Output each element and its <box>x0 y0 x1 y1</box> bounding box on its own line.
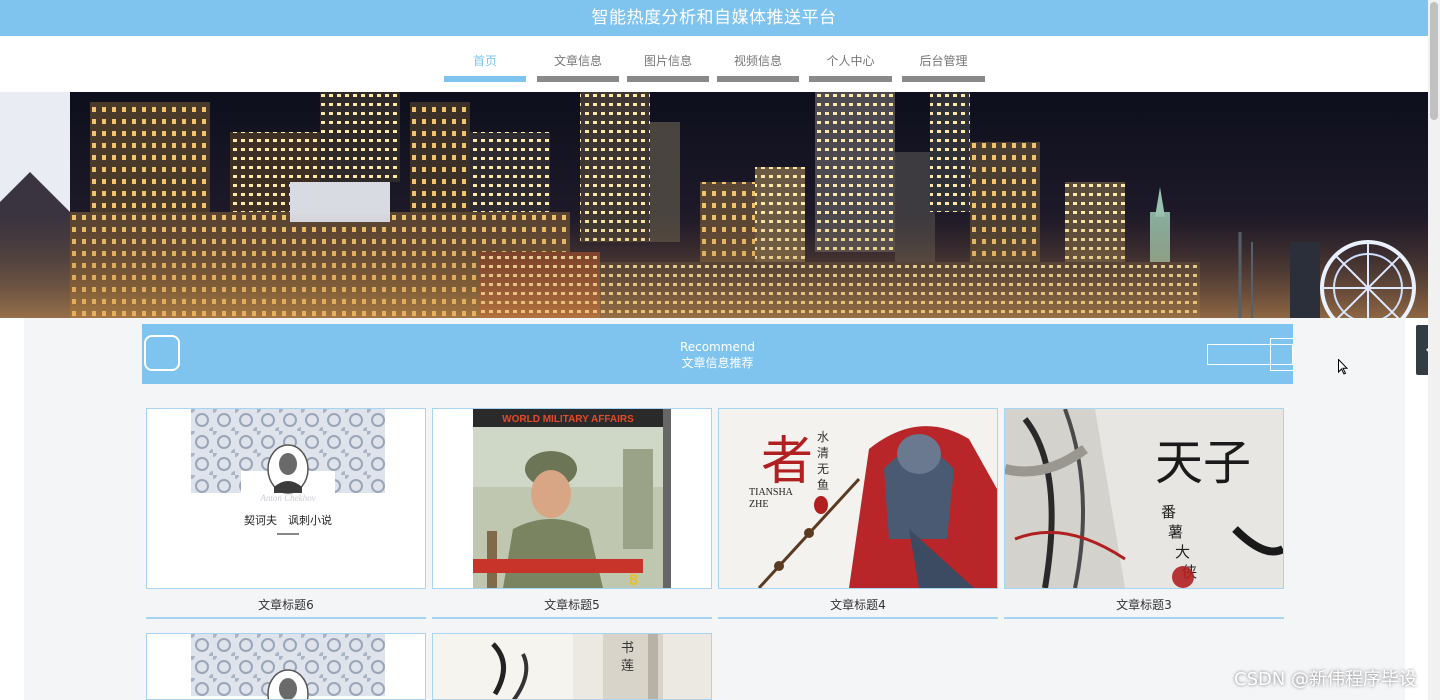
article-card[interactable]: 书 莲 <box>432 633 712 700</box>
nav-videos-label: 视频信息 <box>733 54 782 68</box>
nav-profile-label: 个人中心 <box>826 54 875 68</box>
article-card[interactable]: 者 水 清 无 鱼 TIANSHA ZHE 文章标题4 <box>718 408 998 619</box>
site-title: 智能热度分析和自媒体推送平台 <box>591 8 837 28</box>
nav-profile[interactable]: 个人中心 <box>809 36 892 84</box>
cover-book-title: 契诃夫 讽刺小说 <box>244 513 332 527</box>
watermark: CSDN @新伟程序毕设 <box>1234 669 1418 690</box>
article-card-title[interactable]: 文章标题4 <box>718 589 998 619</box>
recommend-title-zh: 文章信息推荐 <box>681 356 754 370</box>
cover-masthead: WORLD MILITARY AFFAIRS <box>502 414 634 425</box>
cover-big-char: 者 <box>761 432 813 492</box>
article-cover-image[interactable]: Anton Chekhov 契诃夫 讽刺小说 <box>146 408 426 589</box>
nav-admin-underline <box>902 76 985 82</box>
article-card[interactable]: 天子 番 薯 大 侠 文章标题3 <box>1004 408 1284 619</box>
cover-calligraphy: 天子 <box>1155 435 1251 491</box>
nav-articles-underline <box>537 76 619 82</box>
nav-images-label: 图片信息 <box>643 54 692 68</box>
site-header: 智能热度分析和自媒体推送平台 <box>0 0 1428 36</box>
article-cover-image[interactable]: 者 水 清 无 鱼 TIANSHA ZHE <box>718 408 998 589</box>
article-cover-image[interactable] <box>146 633 426 700</box>
cover-vertical-char: 莲 <box>621 659 634 674</box>
article-cover-image[interactable]: 天子 番 薯 大 侠 <box>1004 408 1284 589</box>
nav-admin-label: 后台管理 <box>919 54 968 68</box>
header-decor-right-bracket <box>1270 338 1293 371</box>
cover-issue-number: 8 <box>629 572 638 588</box>
page-scrollbar[interactable] <box>1428 0 1440 700</box>
article-cover-image[interactable]: 书 莲 <box>432 633 712 700</box>
cover-latin-line2: ZHE <box>749 499 768 510</box>
nav-admin[interactable]: 后台管理 <box>902 36 985 84</box>
nav-images-underline <box>627 76 709 82</box>
article-card-title[interactable]: 文章标题5 <box>432 589 712 619</box>
cover-author-char: 番 <box>1161 503 1176 521</box>
nav-profile-underline <box>809 76 892 82</box>
nav-articles-label: 文章信息 <box>553 54 602 68</box>
mouse-cursor-icon <box>1338 359 1348 375</box>
article-card[interactable]: Anton Chekhov 契诃夫 讽刺小说 文章标题6 <box>146 408 426 619</box>
cover-signature: Anton Chekhov <box>259 493 315 503</box>
nav-images[interactable]: 图片信息 <box>627 36 709 84</box>
cover-author-char: 大 <box>1175 543 1190 561</box>
article-card-title[interactable]: 文章标题3 <box>1004 589 1284 619</box>
cover-vertical-char: 鱼 <box>817 478 829 492</box>
city-night-image <box>0 92 1428 318</box>
recommend-title-en: Recommend <box>679 340 756 354</box>
nav-home[interactable]: 首页 <box>444 36 526 84</box>
cover-vertical-char: 清 <box>817 446 829 460</box>
cover-vertical-char: 书 <box>621 641 634 656</box>
nav-articles[interactable]: 文章信息 <box>537 36 619 84</box>
article-cover-image[interactable]: WORLD MILITARY AFFAIRS 8 <box>432 408 712 589</box>
nav-home-underline <box>444 76 526 82</box>
article-card-title[interactable]: 文章标题6 <box>146 589 426 619</box>
scrollbar-thumb[interactable] <box>1430 2 1438 120</box>
cover-vertical-char: 水 <box>817 430 829 444</box>
nav-videos-underline <box>717 76 799 82</box>
banner-carousel[interactable] <box>0 92 1428 318</box>
article-card[interactable] <box>146 633 426 700</box>
cover-vertical-char: 无 <box>817 462 829 476</box>
article-card[interactable]: WORLD MILITARY AFFAIRS 8 文章标题5 <box>432 408 712 619</box>
recommend-header: Recommend 文章信息推荐 <box>142 324 1293 384</box>
main-nav: 首页 文章信息 图片信息 视频信息 个人中心 后台管理 <box>0 36 1428 93</box>
nav-home-label: 首页 <box>472 54 497 68</box>
cover-author-char: 薯 <box>1168 523 1183 541</box>
cover-latin-line1: TIANSHA <box>749 487 794 498</box>
nav-videos[interactable]: 视频信息 <box>717 36 799 84</box>
